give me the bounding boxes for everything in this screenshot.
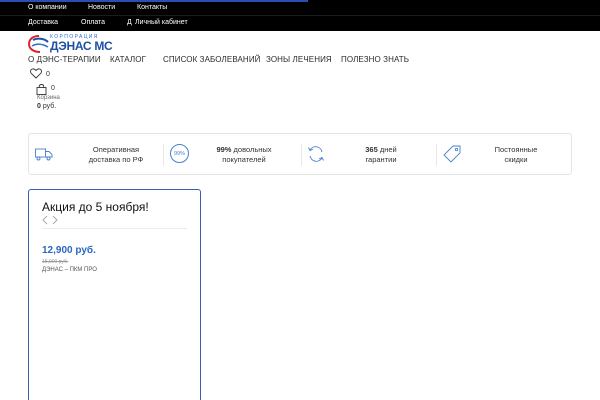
nav-item-dens-therapy[interactable]: О ДЭНС-ТЕРАПИИ xyxy=(28,55,101,64)
feature-satisfied-text: 99% довольных покупателей xyxy=(209,145,279,165)
topbar-link-contacts[interactable]: Контакты xyxy=(137,4,167,11)
logo-title: ДЭНАС МС xyxy=(50,39,113,53)
feature-satisfied-line1: довольных xyxy=(231,145,272,154)
nav-item-catalog[interactable]: КАТАЛОГ xyxy=(110,55,146,64)
feature-delivery-line2: доставка по РФ xyxy=(88,155,144,164)
promo-divider xyxy=(42,228,187,229)
feature-discounts-text: Постоянные скидки xyxy=(481,145,551,165)
topbar-link-about[interactable]: О компании xyxy=(28,4,67,11)
nav-item-diseases[interactable]: СПИСОК ЗАБОЛЕВАНИЙ xyxy=(163,55,261,64)
feature-satisfied-line2: покупателей xyxy=(222,155,266,164)
tag-icon xyxy=(443,145,461,163)
feature-delivery-line1: Оперативная xyxy=(92,145,140,154)
feature-delivery-text: Оперативная доставка по РФ xyxy=(81,145,151,165)
percent-badge-text: 99% xyxy=(173,150,185,157)
topbar-divider xyxy=(0,15,600,16)
top-bar: О компании Новости Контакты Доставка Опл… xyxy=(0,0,600,31)
feature-warranty-bold: 365 xyxy=(365,145,378,154)
topbar-link-delivery[interactable]: Доставка xyxy=(28,19,58,26)
product-old-price: 15,900 руб. xyxy=(42,259,69,265)
promo-title: Акция до 5 ноября! xyxy=(42,200,149,214)
nav-item-treatment-zones[interactable]: ЗОНЫ ЛЕЧЕНИЯ xyxy=(266,55,332,64)
topbar-link-news[interactable]: Новости xyxy=(88,4,115,11)
shopping-bag-icon[interactable] xyxy=(36,84,47,95)
chevron-left-icon[interactable] xyxy=(41,215,49,225)
feature-discounts-line1: Постоянные xyxy=(494,145,538,154)
feature-warranty-line1: дней xyxy=(377,145,397,154)
feature-discounts-line2: скидки xyxy=(504,155,528,164)
feature-separator xyxy=(163,144,164,166)
topbar-link-payment[interactable]: Оплата xyxy=(81,19,105,26)
cart-label[interactable]: Корзина xyxy=(37,95,60,101)
chevron-right-icon[interactable] xyxy=(51,215,59,225)
favorites-count: 0 xyxy=(46,71,50,78)
cart-sum-currency: руб. xyxy=(42,103,57,110)
cabinet-glyph[interactable]: Д xyxy=(127,19,132,26)
promo-card[interactable]: Акция до 5 ноября! 12,900 руб. 15,900 ру… xyxy=(28,189,201,400)
nav-item-useful[interactable]: ПОЛЕЗНО ЗНАТЬ xyxy=(341,55,409,64)
logo[interactable]: КОРПОРАЦИЯ ДЭНАС МС xyxy=(28,34,113,54)
features-strip: Оперативная доставка по РФ 99% 99% довол… xyxy=(28,133,572,175)
feature-satisfied-bold: 99% xyxy=(216,145,232,154)
product-price: 12,900 руб. xyxy=(42,245,96,256)
feature-warranty-text: 365 дней гарантии xyxy=(346,145,416,165)
percent-badge-icon: 99% xyxy=(170,144,189,163)
cart-count: 0 xyxy=(51,85,55,92)
cart-sum-value: 0 xyxy=(37,103,41,110)
refresh-icon xyxy=(308,146,324,162)
product-name-link[interactable]: ДЭНАС – ПКМ ПРО xyxy=(42,267,97,273)
cart-sum: 0 руб. xyxy=(37,103,56,110)
heart-icon[interactable] xyxy=(30,68,42,79)
top-accent-line xyxy=(0,0,308,2)
feature-warranty-line2: гарантии xyxy=(365,155,397,164)
topbar-link-account[interactable]: Личный кабинет xyxy=(135,19,188,26)
truck-icon xyxy=(35,148,53,161)
feature-separator xyxy=(301,144,302,166)
feature-separator xyxy=(436,144,437,166)
logo-emblem-icon xyxy=(28,35,49,53)
